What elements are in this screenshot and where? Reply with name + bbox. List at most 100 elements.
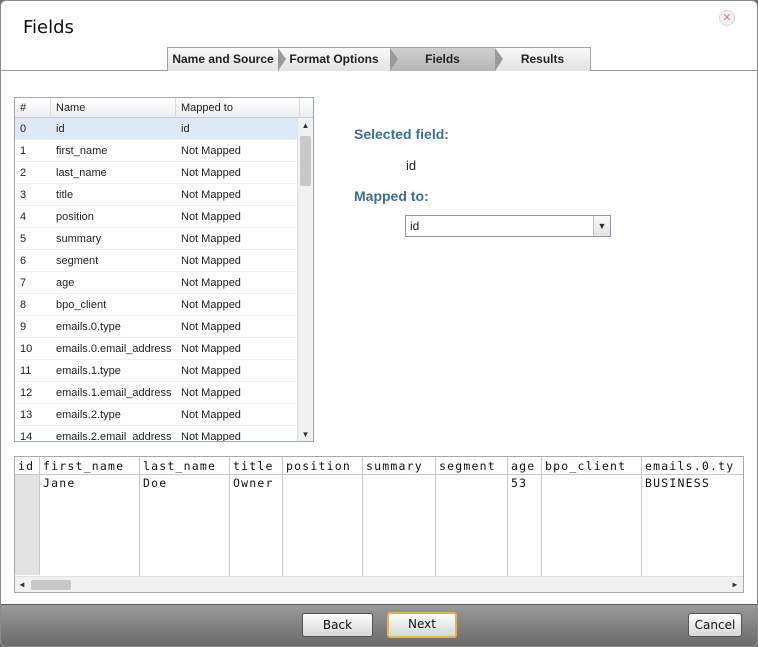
- preview-column-header[interactable]: title: [230, 457, 283, 475]
- cancel-button[interactable]: Cancel: [688, 613, 742, 637]
- preview-column-header[interactable]: position: [283, 457, 363, 475]
- table-row[interactable]: 8 bpo_client Not Mapped: [15, 294, 298, 316]
- cell-mapped: Not Mapped: [181, 167, 241, 179]
- preview-column-header[interactable]: summary: [363, 457, 436, 475]
- mapped-to-label: Mapped to:: [354, 188, 429, 204]
- table-row[interactable]: 13 emails.2.type Not Mapped: [15, 404, 298, 426]
- scroll-thumb[interactable]: [31, 580, 71, 590]
- header-number[interactable]: #: [15, 98, 51, 118]
- cell-mapped: Not Mapped: [181, 233, 241, 245]
- preview-column-header[interactable]: segment: [436, 457, 508, 475]
- wizard-steps-bar: Name and Source Format Options Fields Re…: [1, 47, 757, 71]
- cell-mapped: Not Mapped: [181, 145, 241, 157]
- table-row[interactable]: 7 age Not Mapped: [15, 272, 298, 294]
- cell-num: 12: [20, 387, 33, 399]
- cell-mapped: Not Mapped: [181, 343, 241, 355]
- cell-name: emails.1.type: [56, 365, 121, 377]
- cell-mapped: Not Mapped: [181, 189, 241, 201]
- step-format-options[interactable]: Format Options: [278, 48, 398, 71]
- cell-name: emails.0.type: [56, 321, 121, 333]
- table-row[interactable]: 10 emails.0.email_address Not Mapped: [15, 338, 298, 360]
- preview-cell: [436, 475, 508, 492]
- fields-grid: # Name Mapped to 0 id id 1 first_name Not Map…: [14, 97, 314, 442]
- wizard-steps: Name and Source Format Options Fields Re…: [167, 47, 591, 71]
- preview-column-header[interactable]: emails.0.ty: [642, 457, 743, 475]
- table-row[interactable]: 3 title Not Mapped: [15, 184, 298, 206]
- close-icon[interactable]: ✕: [719, 10, 735, 26]
- cell-mapped: Not Mapped: [181, 211, 241, 223]
- scroll-thumb[interactable]: [300, 136, 311, 186]
- preview-cell: Owner: [233, 476, 274, 490]
- header-name[interactable]: Name: [51, 98, 176, 118]
- cell-name: emails.2.type: [56, 409, 121, 421]
- cell-name: position: [56, 211, 94, 223]
- grid-header: # Name Mapped to: [15, 98, 313, 118]
- preview-column-header[interactable]: id: [15, 457, 40, 475]
- table-row[interactable]: 1 first_name Not Mapped: [15, 140, 298, 162]
- cell-name: bpo_client: [56, 299, 107, 311]
- table-row[interactable]: 4 position Not Mapped: [15, 206, 298, 228]
- cell-num: 9: [20, 321, 27, 333]
- step-name-and-source[interactable]: Name and Source: [168, 48, 286, 71]
- table-row[interactable]: 14 emails.2.email_address Not Mapped: [15, 426, 298, 442]
- cell-name: id: [56, 123, 65, 135]
- cell-mapped: Not Mapped: [181, 409, 241, 421]
- table-row[interactable]: 12 emails.1.email_address Not Mapped: [15, 382, 298, 404]
- cell-num: 0: [20, 123, 27, 135]
- scroll-down-icon[interactable]: ▼: [298, 427, 313, 441]
- chevron-down-icon[interactable]: ▼: [593, 216, 610, 236]
- scroll-right-icon[interactable]: ▶: [728, 577, 743, 592]
- cell-mapped: Not Mapped: [181, 431, 241, 442]
- preview-column-header[interactable]: age: [508, 457, 542, 475]
- preview-cell: [363, 475, 436, 492]
- footer: Back Next Cancel: [1, 604, 757, 646]
- cell-name: emails.1.email_address: [56, 387, 172, 399]
- next-button[interactable]: Next: [387, 612, 457, 638]
- cell-name: title: [56, 189, 74, 201]
- preview-column-header[interactable]: first_name: [40, 457, 140, 475]
- table-row[interactable]: 0 id id: [15, 118, 298, 140]
- cell-num: 7: [20, 277, 27, 289]
- cell-name: first_name: [56, 145, 108, 157]
- selected-field-label: Selected field:: [354, 126, 449, 142]
- dialog-title: Fields: [23, 17, 74, 38]
- step-fields[interactable]: Fields: [390, 48, 503, 71]
- fields-dialog: Fields ✕ Name and Source Format Options …: [0, 0, 758, 647]
- cell-mapped: id: [181, 123, 190, 135]
- cell-num: 5: [20, 233, 27, 245]
- grid-body: 0 id id 1 first_name Not Mapped 2 last_name Not …: [15, 118, 298, 442]
- cell-num: 6: [20, 255, 27, 267]
- data-preview: id first_name last_name title position summar…: [14, 456, 744, 593]
- cell-num: 11: [20, 365, 32, 377]
- preview-cell: Doe: [143, 476, 168, 490]
- preview-cell: [542, 475, 642, 492]
- vertical-scrollbar[interactable]: ▲ ▼: [297, 118, 313, 441]
- header-mapped-to[interactable]: Mapped to: [176, 98, 300, 118]
- preview-column-header[interactable]: last_name: [140, 457, 230, 475]
- cell-name: segment: [56, 255, 99, 267]
- preview-column-header[interactable]: bpo_client: [542, 457, 642, 475]
- cell-name: emails.2.email_address: [56, 431, 172, 442]
- cell-name: summary: [56, 233, 102, 245]
- cell-mapped: Not Mapped: [181, 321, 241, 333]
- cell-mapped: Not Mapped: [181, 365, 241, 377]
- mapped-to-value: id: [410, 219, 420, 233]
- cell-num: 1: [20, 145, 27, 157]
- step-results[interactable]: Results: [495, 48, 590, 71]
- table-row[interactable]: 6 segment Not Mapped: [15, 250, 298, 272]
- scroll-left-icon[interactable]: ◀: [15, 577, 30, 592]
- cell-name: emails.0.email_address: [56, 343, 172, 355]
- mapped-to-select[interactable]: id ▼: [405, 215, 611, 237]
- cell-name: last_name: [56, 167, 107, 179]
- scroll-up-icon[interactable]: ▲: [298, 118, 313, 133]
- selected-field-value: id: [406, 158, 417, 173]
- table-row[interactable]: 11 emails.1.type Not Mapped: [15, 360, 298, 382]
- table-row[interactable]: 2 last_name Not Mapped: [15, 162, 298, 184]
- table-row[interactable]: 9 emails.0.type Not Mapped: [15, 316, 298, 338]
- table-row[interactable]: 5 summary Not Mapped: [15, 228, 298, 250]
- preview-cell: 53: [511, 476, 528, 490]
- horizontal-scrollbar[interactable]: ◀ ▶: [15, 576, 743, 592]
- preview-header: id first_name last_name title position summar…: [15, 457, 743, 475]
- cell-num: 13: [20, 409, 33, 421]
- back-button[interactable]: Back: [302, 613, 373, 637]
